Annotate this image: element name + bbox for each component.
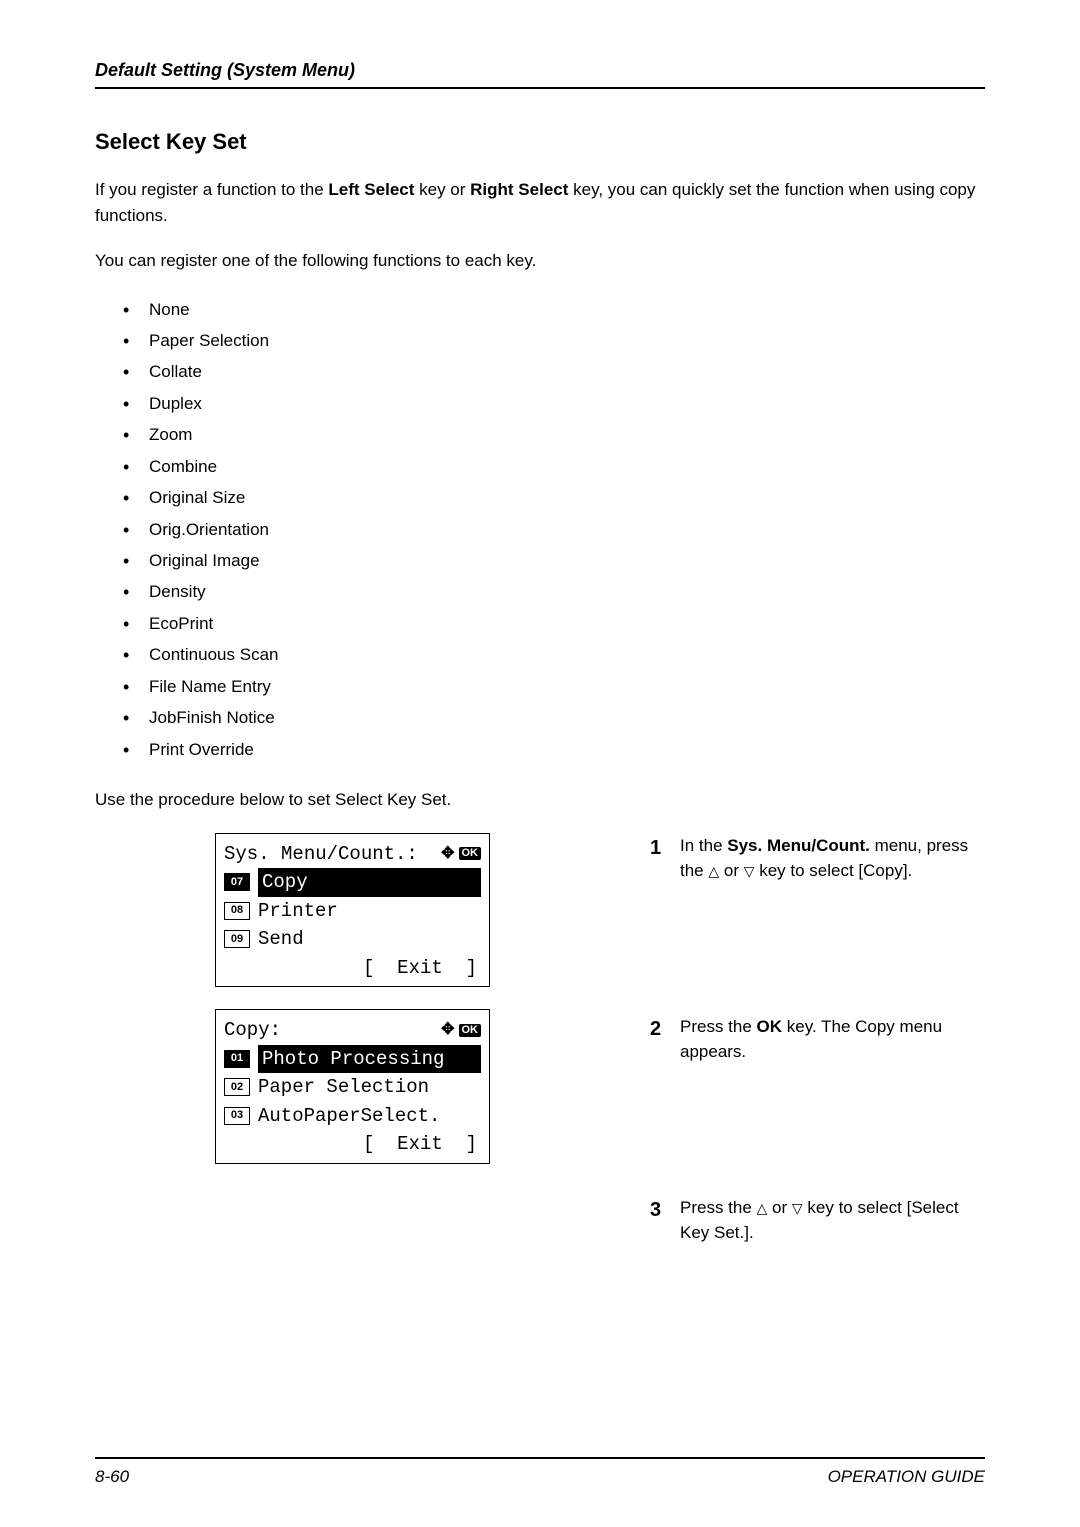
item-label: Send	[258, 925, 304, 954]
page-footer: 8-60 OPERATION GUIDE	[95, 1457, 985, 1487]
page-header: Default Setting (System Menu)	[95, 60, 985, 89]
list-item: File Name Entry	[123, 671, 985, 702]
nav-arrows-icon: ✥	[441, 1018, 454, 1042]
section-title: Select Key Set	[95, 129, 985, 155]
intro-paragraph-2: You can register one of the following fu…	[95, 248, 985, 274]
step-3: 3 Press the △ or ▽ key to select [Select…	[650, 1195, 985, 1246]
item-number: 02	[224, 1078, 250, 1096]
list-item: Orig.Orientation	[123, 514, 985, 545]
lcd-screen-copy: Copy: ✥ OK 01 Photo Processing 02 Paper …	[215, 1009, 490, 1164]
step-number: 1	[650, 833, 680, 863]
procedure-intro: Use the procedure below to set Select Ke…	[95, 787, 985, 813]
text: key to select [Copy].	[754, 861, 912, 880]
function-list: None Paper Selection Collate Duplex Zoom…	[123, 294, 985, 766]
list-item: Continuous Scan	[123, 639, 985, 670]
item-label: Paper Selection	[258, 1073, 429, 1102]
step-number: 2	[650, 1014, 680, 1044]
text-bold: OK	[757, 1017, 783, 1036]
item-label: Photo Processing	[258, 1045, 481, 1074]
lcd-item: 09 Send	[224, 925, 481, 954]
down-triangle-icon: ▽	[744, 861, 755, 882]
lcd-item-selected: 07 Copy	[224, 868, 481, 897]
list-item: Original Size	[123, 482, 985, 513]
text: or	[719, 861, 744, 880]
item-label: Printer	[258, 897, 338, 926]
text: If you register a function to the	[95, 180, 328, 199]
lcd-exit: [ Exit ]	[224, 954, 481, 983]
text: key or	[414, 180, 470, 199]
lcd-title: Copy:	[224, 1016, 281, 1045]
text: In the	[680, 836, 727, 855]
lcd-item-selected: 01 Photo Processing	[224, 1045, 481, 1074]
list-item: Zoom	[123, 419, 985, 450]
step-1: 1 In the Sys. Menu/Count. menu, press th…	[650, 833, 985, 884]
step-number: 3	[650, 1195, 680, 1225]
step-2: 2 Press the OK key. The Copy menu appear…	[650, 1014, 985, 1065]
list-item: None	[123, 294, 985, 325]
item-number: 01	[224, 1050, 250, 1068]
ok-badge: OK	[459, 847, 482, 860]
list-item: JobFinish Notice	[123, 702, 985, 733]
text-bold: Right Select	[470, 180, 568, 199]
lcd-item: 02 Paper Selection	[224, 1073, 481, 1102]
list-item: Duplex	[123, 388, 985, 419]
list-item: Paper Selection	[123, 325, 985, 356]
list-item: Collate	[123, 356, 985, 387]
item-number: 08	[224, 902, 250, 920]
text-bold: Sys. Menu/Count.	[727, 836, 870, 855]
down-triangle-icon: ▽	[792, 1198, 803, 1219]
lcd-screen-sys-menu: Sys. Menu/Count.: ✥ OK 07 Copy 08 Printe…	[215, 833, 490, 988]
up-triangle-icon: △	[708, 861, 719, 882]
list-item: Combine	[123, 451, 985, 482]
intro-paragraph-1: If you register a function to the Left S…	[95, 177, 985, 228]
text: Press the	[680, 1198, 757, 1217]
item-label: AutoPaperSelect.	[258, 1102, 440, 1131]
text: Press the	[680, 1017, 757, 1036]
guide-label: OPERATION GUIDE	[828, 1467, 985, 1487]
list-item: EcoPrint	[123, 608, 985, 639]
lcd-exit: [ Exit ]	[224, 1130, 481, 1159]
lcd-item: 08 Printer	[224, 897, 481, 926]
list-item: Print Override	[123, 734, 985, 765]
list-item: Density	[123, 576, 985, 607]
ok-badge: OK	[459, 1024, 482, 1037]
up-triangle-icon: △	[757, 1198, 768, 1219]
lcd-item: 03 AutoPaperSelect.	[224, 1102, 481, 1131]
lcd-title: Sys. Menu/Count.:	[224, 840, 418, 869]
item-number: 07	[224, 873, 250, 891]
item-number: 03	[224, 1107, 250, 1125]
item-number: 09	[224, 930, 250, 948]
text: or	[767, 1198, 792, 1217]
text-bold: Left Select	[328, 180, 414, 199]
list-item: Original Image	[123, 545, 985, 576]
page-number: 8-60	[95, 1467, 129, 1487]
nav-arrows-icon: ✥	[441, 842, 454, 866]
item-label: Copy	[258, 868, 481, 897]
